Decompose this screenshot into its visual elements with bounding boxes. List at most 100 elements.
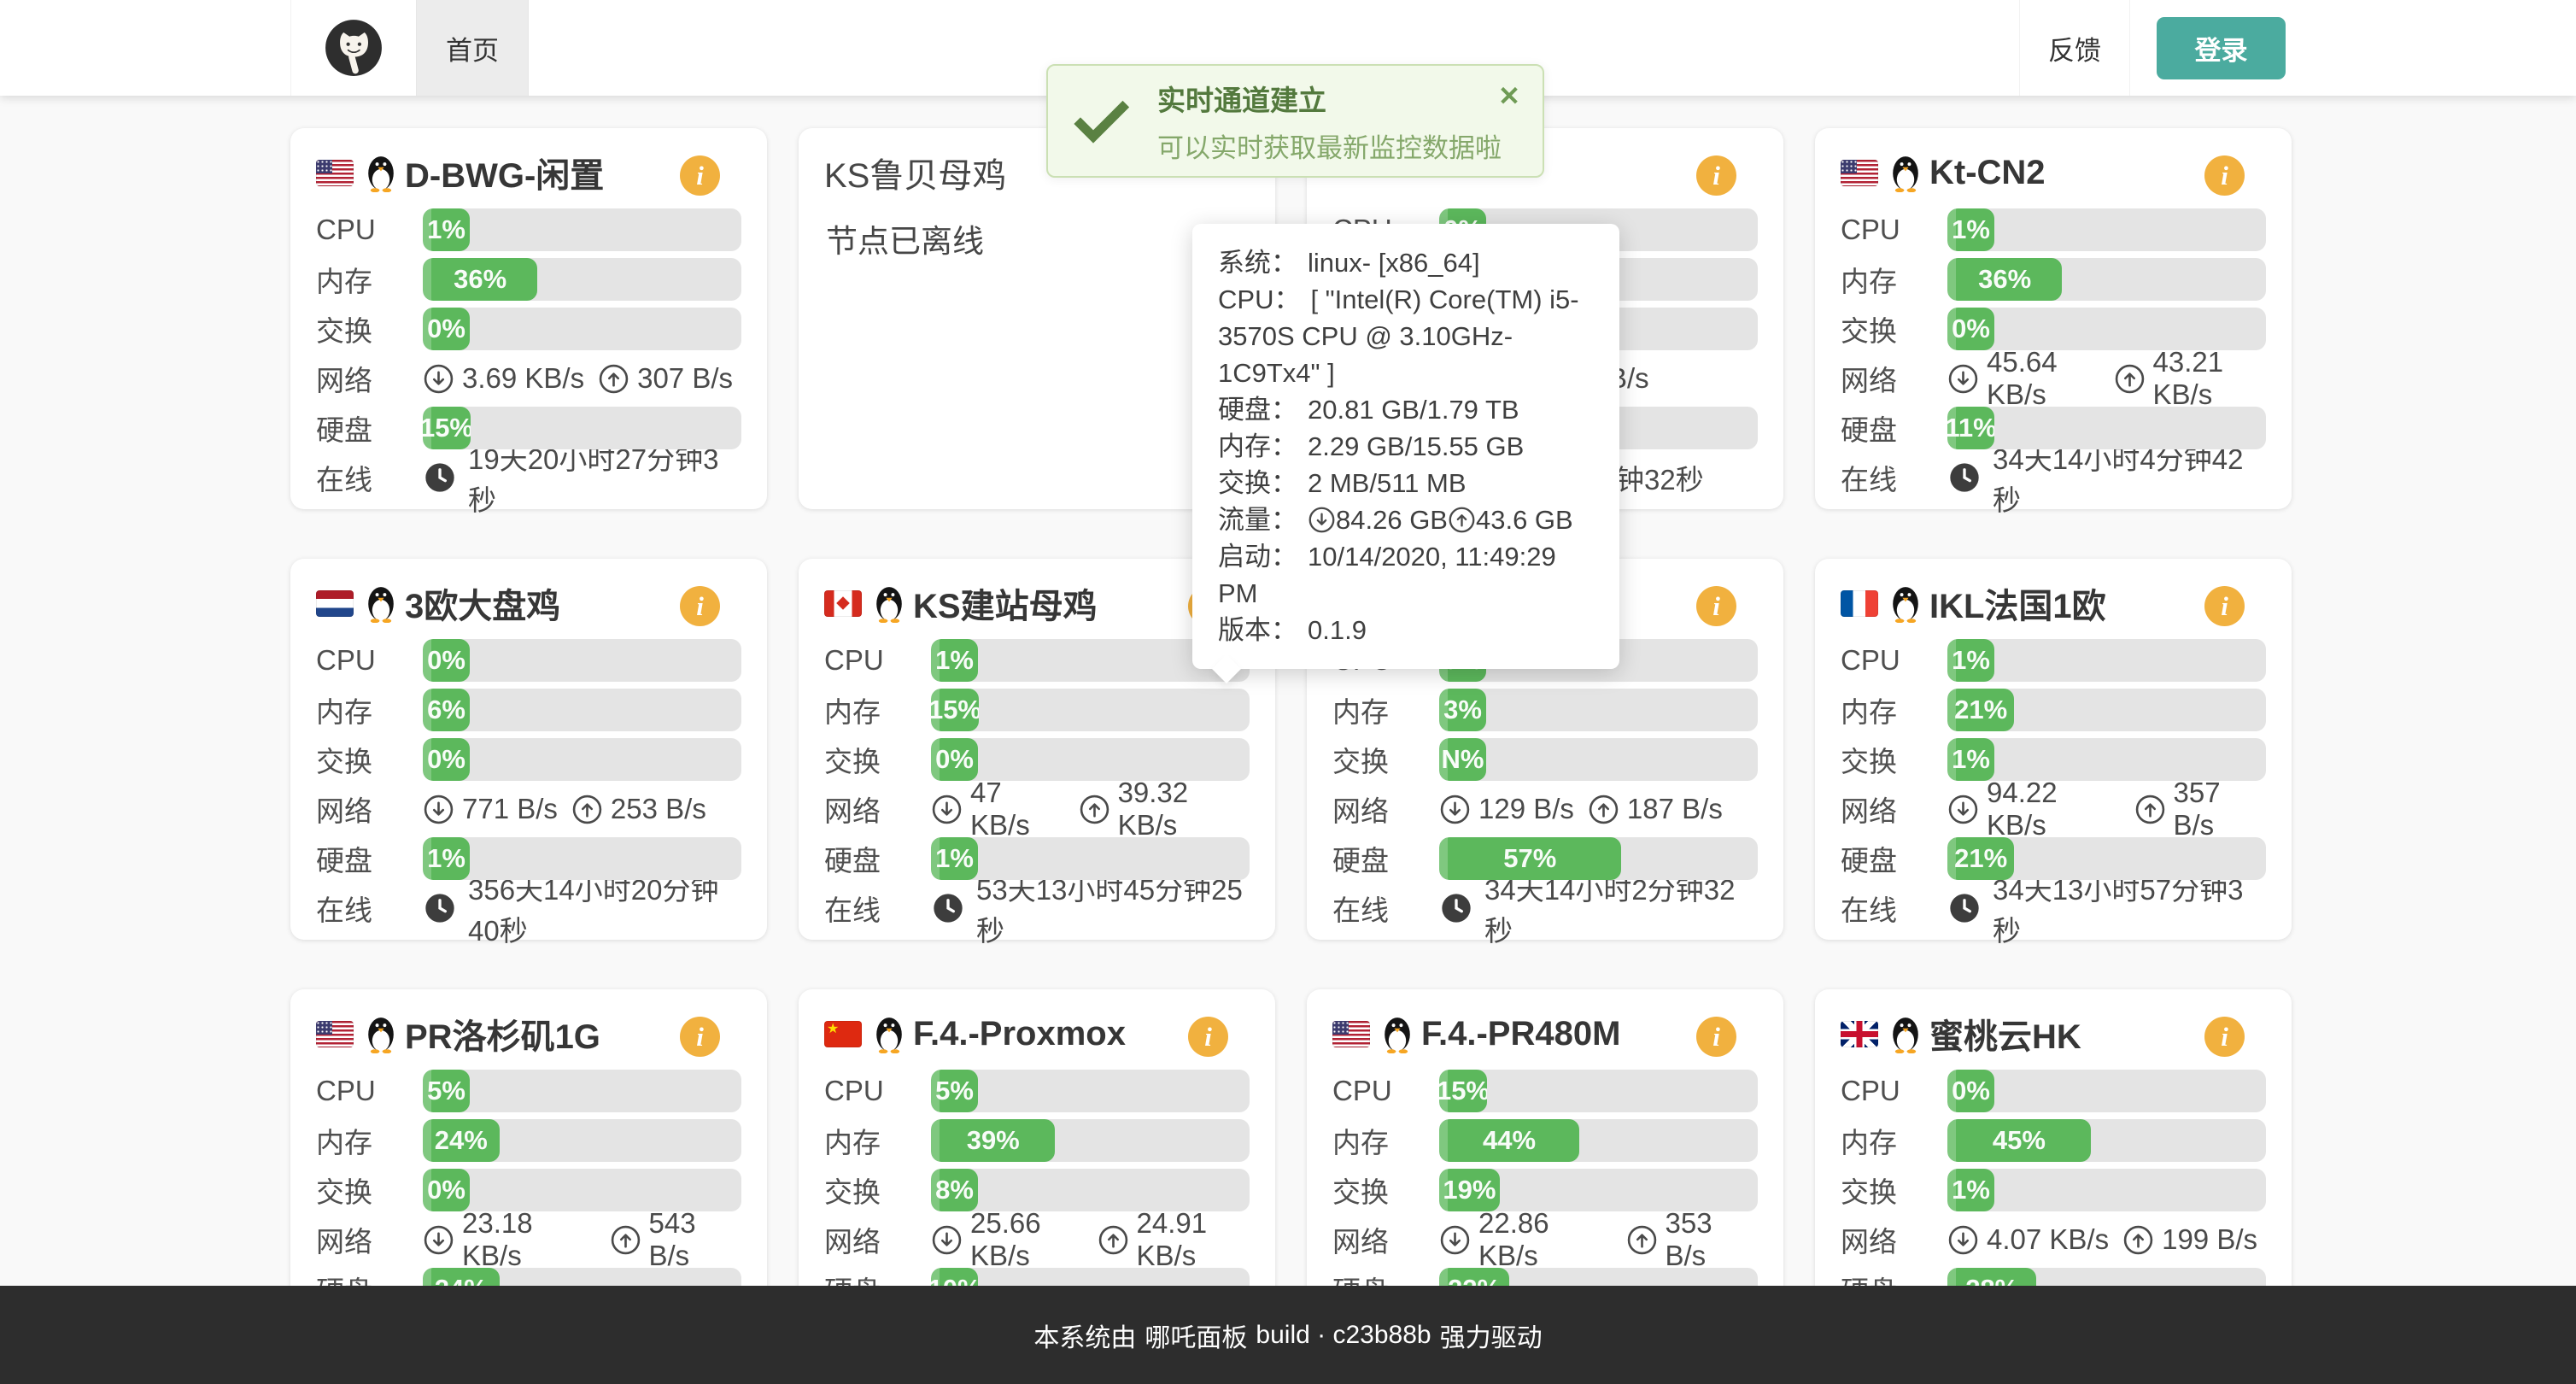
server-name: KS鲁贝母鸡	[824, 148, 1006, 197]
tooltip-row: 内存：2.29 GB/15.55 GB	[1218, 428, 1594, 465]
tooltip-value: 0.1.9	[1308, 615, 1367, 645]
info-icon[interactable]: i	[680, 586, 720, 626]
stat-label-swap: 交换	[824, 739, 931, 780]
stat-row-swap: 交换 8%	[824, 1169, 1250, 1211]
upload-icon	[610, 1224, 641, 1256]
stat-label-online: 在线	[1841, 457, 1947, 498]
swap-progress-track: 0%	[423, 1169, 741, 1211]
info-icon[interactable]: i	[1188, 1017, 1228, 1057]
stat-label-mem: 内存	[1841, 1120, 1947, 1161]
feedback-link[interactable]: 反馈	[2019, 0, 2130, 96]
upload-icon	[1079, 794, 1110, 825]
stat-row-mem: 内存 24%	[316, 1119, 741, 1162]
download-icon	[1947, 363, 1979, 395]
build-hash-link[interactable]: build · c23b88b	[1256, 1321, 1431, 1350]
cpu-progress-track: 1%	[1947, 208, 2266, 251]
login-button[interactable]: 登录	[2157, 17, 2286, 79]
info-icon[interactable]: i	[2204, 155, 2245, 196]
mem-progress-fill: 15%	[931, 689, 979, 731]
swap-progress-fill: 8%	[931, 1169, 978, 1211]
cpu-progress-track: 1%	[423, 208, 741, 251]
swap-progress-fill: N%	[1439, 738, 1486, 781]
country-flag-us-icon	[1332, 1021, 1370, 1047]
brand-logo[interactable]	[290, 0, 416, 96]
linux-tux-icon	[1888, 584, 1923, 623]
info-icon[interactable]: i	[1696, 1017, 1736, 1057]
tooltip-value: 2 MB/511 MB	[1308, 468, 1467, 498]
upload-icon	[2122, 1224, 2154, 1256]
cpu-progress-fill: 1%	[423, 208, 470, 251]
server-name: KS建站母鸡	[913, 578, 1098, 628]
mem-progress-fill: 3%	[1439, 689, 1486, 731]
cpu-progress-track: 0%	[423, 639, 741, 682]
footer-text-prefix: 本系统由	[1033, 1317, 1136, 1354]
cpu-progress-track: 1%	[1947, 639, 2266, 682]
stat-row-net: 网络 771 B/s 253 B/s	[316, 788, 741, 830]
stat-row-net: 网络 129 B/s 187 B/s	[1332, 788, 1758, 830]
stat-label-mem: 内存	[316, 1120, 423, 1161]
close-icon[interactable]: ✕	[1498, 81, 1520, 112]
net-upload-value: 199 B/s	[2162, 1223, 2257, 1256]
stat-row-disk: 硬盘 1%	[824, 837, 1250, 880]
stat-label-net: 网络	[824, 789, 931, 830]
net-upload-value: 357 B/s	[2174, 777, 2267, 842]
stat-label-online: 在线	[1841, 888, 1947, 929]
net-download-value: 94.22 KB/s	[1987, 777, 2121, 842]
download-icon	[1947, 1224, 1979, 1256]
info-icon[interactable]: i	[680, 155, 720, 196]
clock-icon	[931, 891, 965, 925]
upload-icon	[571, 794, 603, 825]
stat-row-online: 在线 19天20小时27分钟3秒	[316, 456, 741, 499]
stat-row-disk: 硬盘 57%	[1332, 837, 1758, 880]
stat-label-online: 在线	[1332, 888, 1439, 929]
stat-label-net: 网络	[316, 358, 423, 399]
stat-label-cpu: CPU	[316, 644, 423, 677]
stat-row-net: 网络 47 KB/s 39.32 KB/s	[824, 788, 1250, 830]
info-icon[interactable]: i	[1696, 586, 1736, 626]
check-icon	[1070, 91, 1132, 152]
cpu-progress-fill: 0%	[423, 639, 470, 682]
country-flag-ca-icon	[824, 590, 862, 617]
tooltip-label: 硬盘：	[1218, 395, 1297, 425]
stat-label-disk: 硬盘	[1841, 838, 1947, 879]
info-icon[interactable]: i	[2204, 586, 2245, 626]
stat-row-cpu: CPU 1%	[1841, 639, 2266, 682]
net-download-value: 25.66 KB/s	[970, 1207, 1084, 1272]
stat-label-mem: 内存	[1332, 689, 1439, 730]
country-flag-us-icon	[1841, 160, 1878, 186]
server-card: 3欧大盘鸡 i CPU 0% 内存 6% 交换 0% 网络	[290, 559, 767, 940]
swap-progress-fill: 0%	[423, 1169, 470, 1211]
card-header: IKL法国1欧	[1841, 579, 2266, 627]
info-icon[interactable]: i	[2204, 1017, 2245, 1057]
disk-progress-fill: 11%	[1947, 407, 1994, 449]
info-icon[interactable]: i	[680, 1017, 720, 1057]
swap-progress-fill: 0%	[423, 308, 470, 350]
cpu-progress-fill: 15%	[1439, 1070, 1487, 1112]
server-name: F.4.-PR480M	[1421, 1015, 1620, 1053]
stat-label-cpu: CPU	[1841, 1075, 1947, 1107]
linux-tux-icon	[364, 584, 398, 623]
card-header: 3欧大盘鸡	[316, 579, 741, 627]
download-icon	[1439, 794, 1471, 825]
disk-progress-track: 11%	[1947, 407, 2266, 449]
net-upload-value: 353 B/s	[1666, 1207, 1759, 1272]
info-icon[interactable]: i	[1696, 155, 1736, 196]
footer-text-suffix: 强力驱动	[1440, 1317, 1543, 1354]
card-header: F.4.-PR480M	[1332, 1010, 1758, 1058]
stat-label-swap: 交换	[1841, 1170, 1947, 1211]
disk-progress-fill: 15%	[423, 407, 471, 449]
nezha-panel-link[interactable]: 哪吒面板	[1145, 1317, 1247, 1354]
swap-progress-track: 8%	[931, 1169, 1250, 1211]
stat-label-net: 网络	[1841, 789, 1947, 830]
stat-row-net: 网络 25.66 KB/s 24.91 KB/s	[824, 1218, 1250, 1261]
net-download-value: 3.69 KB/s	[462, 362, 584, 395]
stat-row-swap: 交换 0%	[316, 308, 741, 350]
country-flag-nl-icon	[316, 590, 354, 617]
mem-progress-fill: 21%	[1947, 689, 2014, 731]
tab-home[interactable]: 首页	[416, 0, 529, 96]
disk-progress-track: 1%	[423, 837, 741, 880]
upload-icon	[1098, 1224, 1129, 1256]
server-name: Kt-CN2	[1929, 154, 2046, 192]
stat-label-online: 在线	[316, 457, 423, 498]
mem-progress-fill: 39%	[931, 1119, 1055, 1162]
